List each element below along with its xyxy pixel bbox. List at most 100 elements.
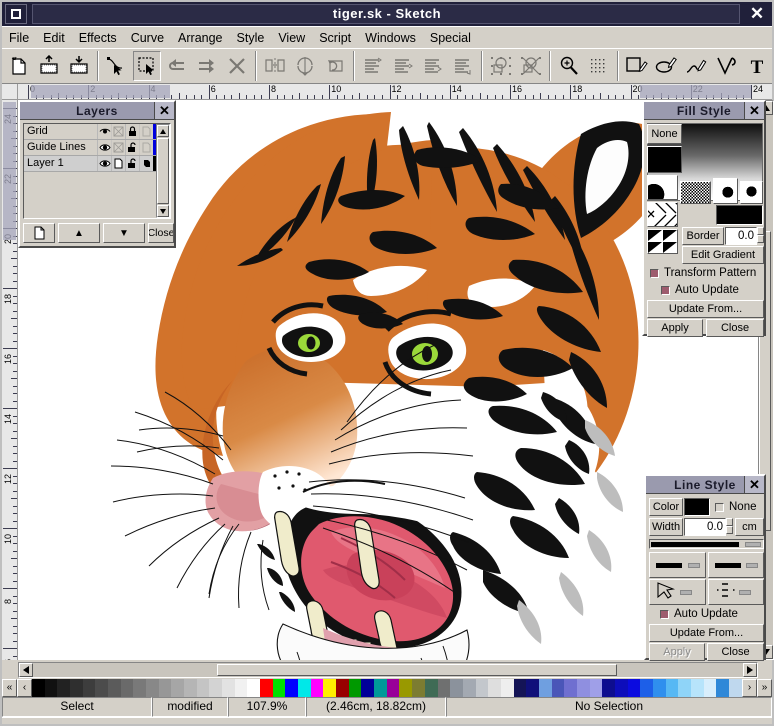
align-left-icon[interactable] [359, 51, 387, 81]
menu-item-style[interactable]: Style [230, 29, 272, 47]
group-objects-icon[interactable] [487, 51, 515, 81]
close-layers-button[interactable]: Close [148, 223, 174, 243]
arrow-start-dropdown-arrow[interactable] [680, 589, 692, 595]
transform-pattern-checkbox-row[interactable]: Transform Pattern [650, 267, 756, 279]
palette-swatch[interactable] [399, 679, 413, 697]
redo-icon[interactable] [193, 51, 221, 81]
palette-swatch[interactable] [513, 679, 527, 697]
grid-icon[interactable] [585, 51, 613, 81]
palette-swatch[interactable] [589, 679, 603, 697]
line-close-button[interactable]: Close [707, 643, 764, 661]
palette-swatch[interactable] [146, 679, 159, 697]
line-color-swatch[interactable] [684, 498, 710, 516]
line-none-checkbox[interactable] [715, 502, 724, 512]
palette-swatch[interactable] [374, 679, 387, 697]
palette-swatch[interactable] [70, 679, 83, 697]
horizontal-scroll-thumb[interactable] [217, 664, 617, 676]
layers-scroll-down-button[interactable] [157, 205, 169, 217]
fill-solid-color-swatch[interactable] [647, 146, 682, 173]
fill-border-spinner[interactable] [757, 227, 764, 245]
palette-swatch[interactable] [222, 679, 235, 697]
align-bottom-icon[interactable] [449, 51, 477, 81]
zoom-icon[interactable] [555, 51, 583, 81]
layer-print-icon[interactable] [111, 124, 125, 139]
layer-visible-icon[interactable] [97, 156, 111, 171]
scroll-right-button[interactable] [743, 663, 757, 677]
layers-panel-close-button[interactable]: ✕ [154, 102, 174, 119]
menu-item-arrange[interactable]: Arrange [171, 29, 229, 47]
palette-swatch[interactable] [564, 679, 577, 697]
close-window-button[interactable]: ✕ [746, 4, 768, 24]
edit-gradient-button[interactable]: Edit Gradient [682, 246, 764, 264]
palette-swatch[interactable] [716, 679, 729, 697]
menu-item-windows[interactable]: Windows [358, 29, 423, 47]
fill-auto-update-checkbox-row[interactable]: Auto Update [661, 284, 739, 296]
palette-swatch[interactable] [526, 679, 539, 697]
palette-swatch[interactable] [260, 679, 273, 697]
palette-swatch[interactable] [551, 679, 565, 697]
fill-close-button[interactable]: Close [706, 319, 764, 337]
line-apply-button[interactable]: Apply [649, 643, 705, 661]
layers-row-guide-lines[interactable]: Guide Lines [24, 140, 170, 156]
palette-swatch[interactable] [298, 679, 311, 697]
palette-swatch[interactable] [285, 679, 299, 697]
palette-swatch[interactable] [627, 679, 641, 697]
layers-list-scrollbar[interactable] [156, 124, 170, 218]
palette-swatches[interactable] [32, 679, 742, 697]
palette-swatch[interactable] [95, 679, 109, 697]
move-layer-up-button[interactable]: ▲ [58, 223, 100, 243]
fill-none-button[interactable]: None [647, 124, 682, 144]
palette-swatch[interactable] [82, 679, 96, 697]
layer-unlock-icon[interactable] [125, 156, 139, 171]
palette-swatch[interactable] [133, 679, 147, 697]
palette-swatch[interactable] [44, 679, 58, 697]
palette-swatch[interactable] [310, 679, 324, 697]
palette-swatch[interactable] [120, 679, 134, 697]
layers-row-grid[interactable]: Grid [24, 124, 170, 140]
palette-swatch[interactable] [386, 679, 400, 697]
palette-swatch[interactable] [576, 679, 590, 697]
undo-icon[interactable] [163, 51, 191, 81]
layer-print-icon[interactable] [111, 140, 125, 155]
palette-swatch[interactable] [348, 679, 362, 697]
fill-pattern-2-swatch[interactable] [680, 181, 711, 204]
line-width-spinner[interactable] [726, 518, 733, 536]
palette-swatch[interactable] [209, 679, 223, 697]
palette-swatch[interactable] [475, 679, 489, 697]
palette-swatch[interactable] [424, 679, 438, 697]
horizontal-scrollbar[interactable] [18, 662, 758, 678]
text-tool-icon[interactable]: T [743, 51, 771, 81]
line-arrow-start-selector[interactable] [649, 579, 706, 605]
line-none-checkbox-row[interactable]: None [715, 501, 757, 513]
palette-swatch[interactable] [57, 679, 71, 697]
line-width-unit-button[interactable]: cm [735, 518, 764, 536]
fill-apply-button[interactable]: Apply [647, 319, 703, 337]
line-cap-dropdown-arrow[interactable] [688, 562, 700, 568]
palette-swatch[interactable] [665, 679, 679, 697]
fill-update-from-button[interactable]: Update From... [647, 300, 764, 318]
layers-list[interactable]: Grid Guide Lines Layer 1 [23, 123, 171, 219]
palette-swatch[interactable] [538, 679, 552, 697]
line-join-selector[interactable] [708, 552, 764, 578]
new-document-icon[interactable] [5, 51, 33, 81]
palette-swatch[interactable] [728, 679, 742, 697]
palette-swatch[interactable] [272, 679, 286, 697]
delete-icon[interactable] [223, 51, 251, 81]
bezier-tool-icon[interactable] [713, 51, 741, 81]
menu-item-effects[interactable]: Effects [72, 29, 124, 47]
palette-swatch[interactable] [602, 679, 615, 697]
fill-border-value[interactable]: 0.0 [725, 227, 757, 245]
fill-triangle-tile-swatch[interactable] [647, 229, 678, 254]
open-document-icon[interactable] [35, 51, 63, 81]
window-resize-grip[interactable] [2, 717, 772, 724]
layer-outline-icon[interactable] [139, 156, 153, 171]
palette-first-button[interactable]: « [2, 679, 17, 697]
layers-scroll-up-button[interactable] [157, 125, 169, 137]
flip-vertical-icon[interactable] [291, 51, 319, 81]
fill-auto-update-checkbox[interactable] [661, 285, 670, 295]
palette-swatch[interactable] [234, 679, 248, 697]
palette-prev-button[interactable]: ‹ [17, 679, 32, 697]
fill-style-titlebar[interactable]: Fill Style ✕ [644, 102, 764, 120]
line-cap-selector[interactable] [649, 552, 706, 578]
palette-swatch[interactable] [361, 679, 375, 697]
